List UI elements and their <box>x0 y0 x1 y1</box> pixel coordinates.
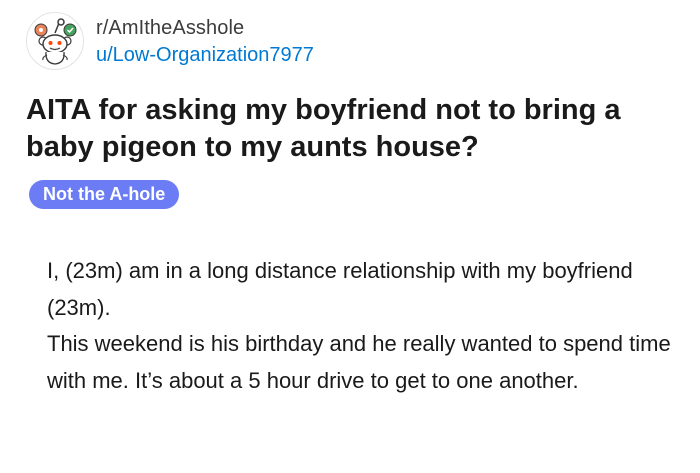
post-body: I, (23m) am in a long distance relations… <box>47 253 687 399</box>
subreddit-name[interactable]: r/AmItheAsshole <box>96 16 314 40</box>
post-flair-badge[interactable]: Not the A-hole <box>29 180 180 209</box>
post-meta: r/AmItheAsshole u/Low-Organization7977 <box>96 16 314 67</box>
username-link[interactable]: u/Low-Organization7977 <box>96 43 314 67</box>
post-title[interactable]: AITA for asking my boyfriend not to brin… <box>26 92 686 166</box>
snoo-avatar-icon[interactable] <box>26 12 84 70</box>
post-body-paragraph: I, (23m) am in a long distance relations… <box>47 258 633 320</box>
post-body-paragraph: This weekend is his birthday and he real… <box>47 331 671 393</box>
post-header: r/AmItheAsshole u/Low-Organization7977 <box>26 12 314 70</box>
